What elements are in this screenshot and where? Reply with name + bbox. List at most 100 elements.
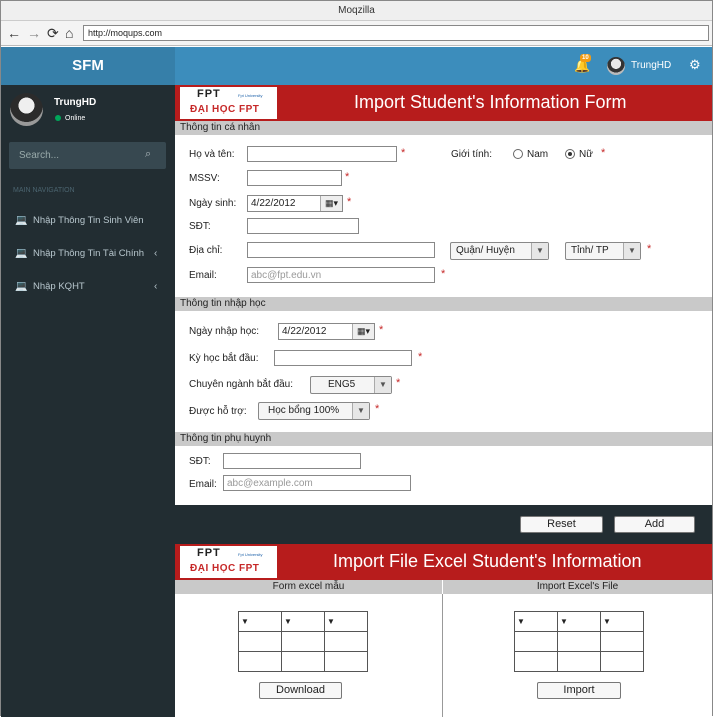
search-icon[interactable]: ⌕	[145, 148, 151, 161]
import-button[interactable]: Import	[537, 682, 621, 699]
province-select-value: Tỉnh/ TP	[571, 245, 609, 256]
home-icon[interactable]: ⌂	[65, 24, 73, 42]
status-label: Online	[65, 115, 86, 122]
upload-header: Import Excel's File	[443, 580, 712, 594]
logo-university-text: Fpt University	[238, 93, 263, 98]
form-header: FPT Fpt University ĐẠI HỌC FPT Import St…	[175, 85, 712, 121]
major-select[interactable]: ENG5 ▼	[310, 376, 392, 394]
search-input[interactable]	[9, 142, 139, 169]
table-cell	[557, 631, 601, 652]
status-dot-icon	[55, 115, 61, 121]
upload-table: ▼ ▼ ▼	[514, 611, 644, 672]
logo-fpt-text: FPT	[197, 88, 221, 100]
required-mark: *	[347, 196, 352, 208]
student-form-panel: FPT Fpt University ĐẠI HỌC FPT Import St…	[175, 85, 712, 505]
address-label: Địa chỉ:	[189, 245, 223, 256]
gender-female-label: Nữ	[579, 149, 593, 160]
sidebar-item-label: Nhập KQHT	[33, 281, 85, 292]
filter-cell[interactable]: ▼	[238, 611, 282, 632]
support-select-value: Học bổng 100%	[268, 405, 340, 416]
avatar[interactable]	[607, 57, 625, 75]
gender-male-label: Nam	[527, 149, 549, 160]
address-field[interactable]	[247, 242, 435, 258]
brand-logo[interactable]: SFM	[1, 47, 175, 85]
reload-icon[interactable]: ⟳	[47, 24, 59, 42]
parent-phone-label: SĐT:	[189, 456, 211, 467]
sidebar-item-student-info[interactable]: 💻 Nhập Thông Tin Sinh Viên	[1, 211, 175, 231]
support-label: Được hỗ trợ:	[189, 406, 247, 417]
table-cell	[281, 631, 325, 652]
dob-value: 4/22/2012	[251, 198, 296, 209]
calendar-icon[interactable]: ▦▾	[352, 324, 374, 339]
term-label: Kỳ học bắt đầu:	[189, 353, 259, 364]
required-mark: *	[441, 268, 446, 280]
table-cell	[600, 631, 644, 652]
filter-cell[interactable]: ▼	[514, 611, 558, 632]
sidebar-item-kqht[interactable]: 💻 Nhập KQHT ‹	[1, 277, 175, 297]
required-mark: *	[345, 171, 350, 183]
address-bar[interactable]: http://moqups.com	[83, 25, 709, 41]
chevron-left-icon: ‹	[154, 248, 158, 259]
filter-cell[interactable]: ▼	[281, 611, 325, 632]
logo-university-text: Fpt University	[238, 552, 263, 557]
support-select[interactable]: Học bổng 100% ▼	[258, 402, 370, 420]
phone-label: SĐT:	[189, 221, 211, 232]
section-parent: Thông tin phụ huynh	[175, 432, 712, 446]
province-select[interactable]: Tỉnh/ TP ▼	[565, 242, 641, 260]
download-button[interactable]: Download	[259, 682, 342, 699]
back-arrow-icon[interactable]: ←	[7, 24, 21, 42]
mssv-label: MSSV:	[189, 173, 220, 184]
forward-arrow-icon[interactable]: →	[27, 24, 41, 42]
gender-male-radio[interactable]	[513, 149, 523, 159]
reset-button[interactable]: Reset	[520, 516, 603, 533]
laptop-icon: 💻	[15, 281, 28, 292]
table-cell	[557, 651, 601, 672]
dob-label: Ngày sinh:	[189, 198, 237, 209]
logo-fpt-text: FPT	[197, 547, 221, 559]
email-field[interactable]	[247, 267, 435, 283]
import-title: Import File Excel Student's Information	[333, 551, 642, 571]
add-button[interactable]: Add	[614, 516, 695, 533]
dob-field[interactable]: 4/22/2012 ▦▾	[247, 195, 343, 212]
fpt-logo: FPT Fpt University ĐẠI HỌC FPT	[180, 546, 277, 578]
sidebar-item-finance-info[interactable]: 💻 Nhập Thông Tin Tài Chính ‹	[1, 244, 175, 264]
user-menu-name[interactable]: TrungHD	[631, 60, 671, 71]
parent-email-field[interactable]	[223, 475, 411, 491]
name-field[interactable]	[247, 146, 397, 162]
laptop-icon: 💻	[15, 215, 28, 226]
calendar-icon[interactable]: ▦▾	[320, 196, 342, 211]
parent-email-label: Email:	[189, 479, 217, 490]
required-mark: *	[379, 324, 384, 336]
section-personal: Thông tin cá nhân	[175, 121, 712, 135]
required-mark: *	[418, 351, 423, 363]
required-mark: *	[396, 377, 401, 389]
email-label: Email:	[189, 270, 217, 281]
import-header: FPT Fpt University ĐẠI HỌC FPT Import Fi…	[175, 544, 712, 580]
required-mark: *	[401, 147, 406, 159]
filter-cell[interactable]: ▼	[324, 611, 368, 632]
mssv-field[interactable]	[247, 170, 342, 186]
filter-cell[interactable]: ▼	[600, 611, 644, 632]
required-mark: *	[375, 403, 380, 415]
chevron-left-icon: ‹	[154, 281, 158, 292]
table-cell	[324, 651, 368, 672]
district-select-value: Quận/ Huyện	[456, 245, 515, 256]
enroll-date-field[interactable]: 4/22/2012 ▦▾	[278, 323, 375, 340]
filter-cell[interactable]: ▼	[557, 611, 601, 632]
main-content: FPT Fpt University ĐẠI HỌC FPT Import St…	[175, 85, 712, 717]
notification-badge: 10	[580, 54, 591, 62]
enroll-date-label: Ngày nhập học:	[189, 326, 260, 337]
template-table: ▼ ▼ ▼	[238, 611, 368, 672]
parent-phone-field[interactable]	[223, 453, 361, 469]
section-enrollment: Thông tin nhập học	[175, 297, 712, 311]
phone-field[interactable]	[247, 218, 359, 234]
district-select[interactable]: Quận/ Huyện ▼	[450, 242, 549, 260]
laptop-icon: 💻	[15, 248, 28, 259]
top-navbar: SFM 🔔 10 TrungHD ⚙	[1, 47, 712, 85]
gender-female-radio[interactable]	[565, 149, 575, 159]
sidebar-item-label: Nhập Thông Tin Tài Chính	[33, 248, 145, 259]
gear-icon[interactable]: ⚙	[689, 57, 701, 73]
table-cell	[238, 631, 282, 652]
term-field[interactable]	[274, 350, 412, 366]
table-cell	[514, 651, 558, 672]
